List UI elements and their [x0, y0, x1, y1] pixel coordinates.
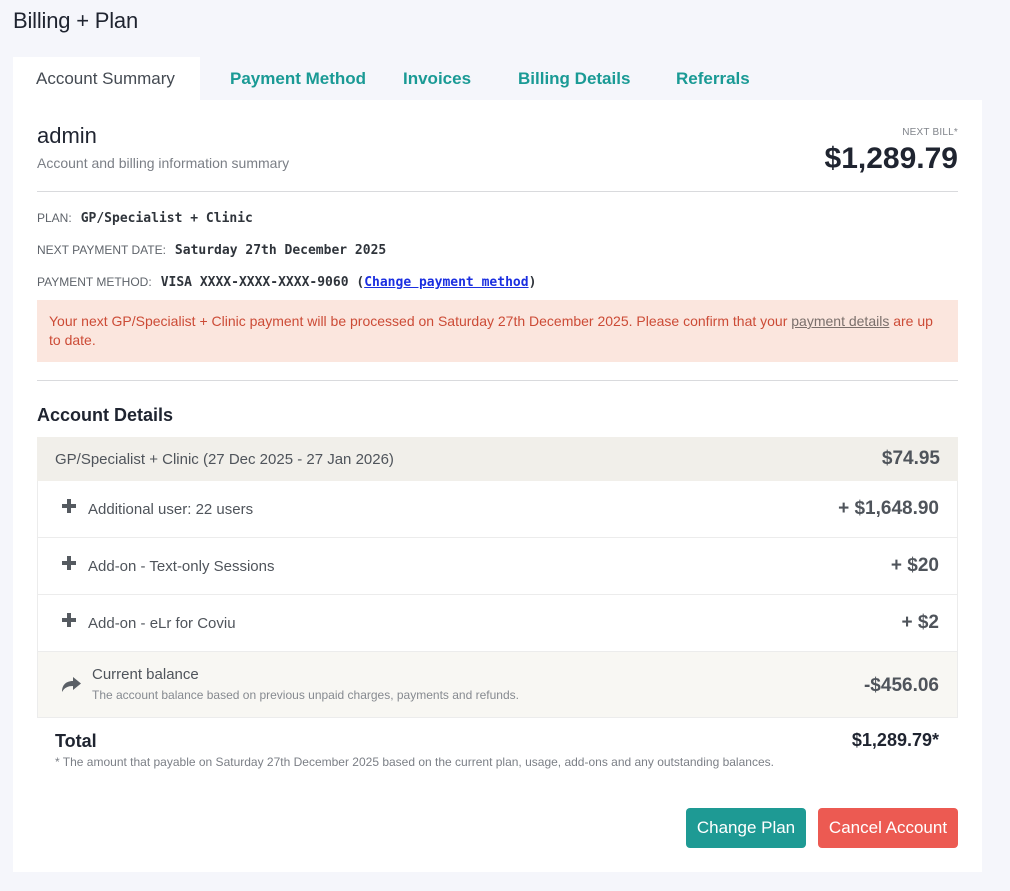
line-item-row: Add-on - Text-only Sessions + $20	[37, 538, 958, 595]
current-balance-row: Current balance The account balance base…	[37, 652, 958, 718]
plus-icon	[62, 613, 76, 627]
divider	[37, 380, 958, 381]
share-arrow-icon	[62, 677, 81, 692]
tab-billing-details[interactable]: Billing Details	[501, 57, 659, 100]
tab-referrals[interactable]: Referrals	[659, 57, 759, 100]
tab-bar: Account Summary Payment Method Invoices …	[13, 57, 759, 100]
account-details-table: GP/Specialist + Clinic (27 Dec 2025 - 27…	[37, 437, 958, 718]
tab-account-summary[interactable]: Account Summary	[13, 57, 200, 100]
line-item-label: Add-on - eLr for Coviu	[88, 615, 236, 632]
plan-charge-label: GP/Specialist + Clinic (27 Dec 2025 - 27…	[55, 451, 394, 468]
page-title: Billing + Plan	[13, 8, 138, 33]
next-bill-amount: $1,289.79	[824, 142, 958, 175]
plus-icon	[62, 499, 76, 513]
plan-charge-amount: $74.95	[881, 448, 940, 469]
alert-text: Your next GP/Specialist + Clinic payment…	[49, 313, 792, 329]
line-item-amount: + $20	[890, 555, 939, 576]
total-note: * The amount that payable on Saturday 27…	[55, 755, 774, 769]
plan-label: PLAN:	[37, 211, 72, 225]
account-name: admin	[37, 123, 97, 148]
account-subtitle: Account and billing information summary	[37, 155, 290, 171]
payment-method-row: PAYMENT METHOD: VISA XXXX-XXXX-XXXX-9060 …	[37, 275, 536, 290]
payment-details-link[interactable]: payment details	[791, 313, 889, 329]
tab-payment-method[interactable]: Payment Method	[200, 57, 386, 100]
cancel-account-button[interactable]: Cancel Account	[818, 808, 958, 848]
line-item-row: Add-on - eLr for Coviu + $2	[37, 595, 958, 652]
next-payment-value: Saturday 27th December 2025	[174, 243, 387, 258]
current-balance-amount: -$456.06	[863, 675, 939, 696]
current-balance-description: The account balance based on previous un…	[92, 688, 519, 702]
line-item-amount: + $1,648.90	[838, 498, 939, 519]
card-number: VISA XXXX-XXXX-XXXX-9060	[160, 275, 349, 290]
plan-charge-row: GP/Specialist + Clinic (27 Dec 2025 - 27…	[37, 437, 958, 481]
line-item-label: Additional user: 22 users	[88, 501, 254, 518]
payment-method-label: PAYMENT METHOD:	[37, 275, 152, 289]
plus-icon	[62, 556, 76, 570]
payment-method-value: VISA XXXX-XXXX-XXXX-9060 (Change payment…	[161, 275, 537, 290]
account-summary-panel: admin Account and billing information su…	[13, 100, 982, 872]
next-payment-row: NEXT PAYMENT DATE: Saturday 27th December…	[37, 243, 386, 258]
tab-invoices[interactable]: Invoices	[386, 57, 501, 100]
change-plan-button[interactable]: Change Plan	[686, 808, 806, 848]
paren-close: )	[528, 275, 537, 290]
next-bill-label: NEXT BILL*	[902, 127, 958, 138]
payment-alert: Your next GP/Specialist + Clinic payment…	[37, 300, 958, 362]
next-payment-label: NEXT PAYMENT DATE:	[37, 243, 166, 257]
total-amount: $1,289.79*	[851, 730, 939, 750]
plan-row: PLAN: GP/Specialist + Clinic	[37, 211, 253, 226]
divider	[37, 191, 958, 192]
account-details-title: Account Details	[37, 405, 174, 425]
line-item-amount: + $2	[901, 612, 939, 633]
line-item-row: Additional user: 22 users + $1,648.90	[37, 481, 958, 538]
paren-open: (	[356, 275, 365, 290]
plan-value: GP/Specialist + Clinic	[80, 211, 253, 226]
change-payment-method-link[interactable]: Change payment method	[364, 275, 528, 290]
total-label: Total	[55, 731, 97, 751]
current-balance-label: Current balance	[92, 666, 199, 683]
line-item-label: Add-on - Text-only Sessions	[88, 558, 275, 575]
